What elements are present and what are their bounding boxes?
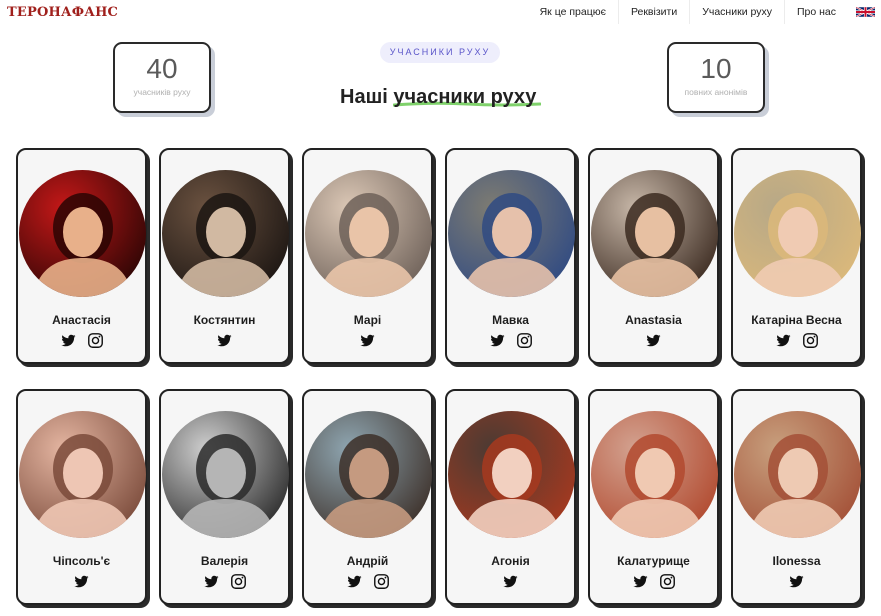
member-name: Ilonessa bbox=[772, 554, 821, 568]
member-name: Чіпсоль'є bbox=[52, 554, 111, 568]
members-count: 40 bbox=[146, 53, 178, 84]
member-name: Андрій bbox=[346, 554, 389, 568]
nav-members[interactable]: Учасники руху bbox=[689, 0, 784, 24]
member-card[interactable]: Катаріна Весна bbox=[731, 148, 862, 364]
anonymous-count: 10 bbox=[700, 53, 732, 84]
member-card[interactable]: Анастасія bbox=[16, 148, 147, 364]
twitter-icon[interactable] bbox=[632, 573, 649, 590]
instagram-icon[interactable] bbox=[802, 332, 819, 349]
twitter-icon[interactable] bbox=[346, 573, 363, 590]
section-tag: УЧАСНИКИ РУХУ bbox=[380, 42, 500, 63]
member-card[interactable]: Ilonessa bbox=[731, 389, 862, 605]
members-count-label: учасників руху bbox=[133, 87, 191, 97]
member-name: Агонія bbox=[491, 554, 530, 568]
member-social-links bbox=[733, 332, 860, 349]
twitter-icon[interactable] bbox=[216, 332, 233, 349]
instagram-icon[interactable] bbox=[87, 332, 104, 349]
twitter-icon[interactable] bbox=[203, 573, 220, 590]
member-avatar[interactable] bbox=[448, 170, 575, 297]
member-avatar[interactable] bbox=[305, 170, 432, 297]
member-social-links bbox=[304, 332, 431, 349]
member-avatar[interactable] bbox=[305, 411, 432, 538]
member-name: Anastasia bbox=[625, 313, 682, 327]
member-avatar[interactable] bbox=[734, 411, 861, 538]
member-card[interactable]: Anastasia bbox=[588, 148, 719, 364]
member-social-links bbox=[161, 332, 288, 349]
member-name: Костянтин bbox=[193, 313, 256, 327]
twitter-icon[interactable] bbox=[359, 332, 376, 349]
member-social-links bbox=[590, 332, 717, 349]
member-card[interactable]: Марі bbox=[302, 148, 433, 364]
member-card[interactable]: Мавка bbox=[445, 148, 576, 364]
member-social-links bbox=[18, 573, 145, 590]
member-social-links bbox=[447, 573, 574, 590]
instagram-icon[interactable] bbox=[516, 332, 533, 349]
member-name: Мавка bbox=[492, 313, 529, 327]
member-name: Валерія bbox=[200, 554, 249, 568]
page-title: Наші учасники руху bbox=[340, 86, 537, 108]
uk-flag-icon[interactable] bbox=[856, 6, 875, 18]
member-name: Анастасія bbox=[52, 313, 111, 327]
member-avatar[interactable] bbox=[162, 170, 289, 297]
member-card[interactable]: Агонія bbox=[445, 389, 576, 605]
member-card[interactable]: Андрій bbox=[302, 389, 433, 605]
twitter-icon[interactable] bbox=[60, 332, 77, 349]
member-avatar[interactable] bbox=[591, 170, 718, 297]
member-social-links bbox=[304, 573, 431, 590]
main-nav: Як це працює Реквізити Учасники руху Про… bbox=[528, 0, 881, 24]
member-social-links bbox=[447, 332, 574, 349]
nav-about[interactable]: Про нас bbox=[783, 0, 848, 24]
member-name: Катаріна Весна bbox=[751, 313, 842, 327]
twitter-icon[interactable] bbox=[775, 332, 792, 349]
instagram-icon[interactable] bbox=[230, 573, 247, 590]
member-card[interactable]: Чіпсоль'є bbox=[16, 389, 147, 605]
twitter-icon[interactable] bbox=[489, 332, 506, 349]
twitter-icon[interactable] bbox=[502, 573, 519, 590]
member-avatar[interactable] bbox=[591, 411, 718, 538]
member-avatar[interactable] bbox=[162, 411, 289, 538]
twitter-icon[interactable] bbox=[73, 573, 90, 590]
member-social-links bbox=[590, 573, 717, 590]
anonymous-count-label: повних анонімів bbox=[684, 87, 748, 97]
nav-requisites[interactable]: Реквізити bbox=[617, 0, 689, 24]
instagram-icon[interactable] bbox=[659, 573, 676, 590]
site-logo[interactable]: ТЕРОНАФАНС bbox=[7, 5, 118, 20]
nav-how-it-works[interactable]: Як це працює bbox=[528, 0, 618, 24]
member-avatar[interactable] bbox=[448, 411, 575, 538]
member-avatar[interactable] bbox=[19, 170, 146, 297]
twitter-icon[interactable] bbox=[788, 573, 805, 590]
member-social-links bbox=[18, 332, 145, 349]
member-social-links bbox=[733, 573, 860, 590]
members-count-card: 40 учасників руху bbox=[113, 42, 211, 113]
member-card[interactable]: Калатурище bbox=[588, 389, 719, 605]
twitter-icon[interactable] bbox=[645, 332, 662, 349]
member-card[interactable]: Костянтин bbox=[159, 148, 290, 364]
member-social-links bbox=[161, 573, 288, 590]
member-name: Калатурище bbox=[617, 554, 690, 568]
member-avatar[interactable] bbox=[734, 170, 861, 297]
anonymous-count-card: 10 повних анонімів bbox=[667, 42, 765, 113]
member-card[interactable]: Валерія bbox=[159, 389, 290, 605]
member-avatar[interactable] bbox=[19, 411, 146, 538]
member-name: Марі bbox=[353, 313, 382, 327]
instagram-icon[interactable] bbox=[373, 573, 390, 590]
